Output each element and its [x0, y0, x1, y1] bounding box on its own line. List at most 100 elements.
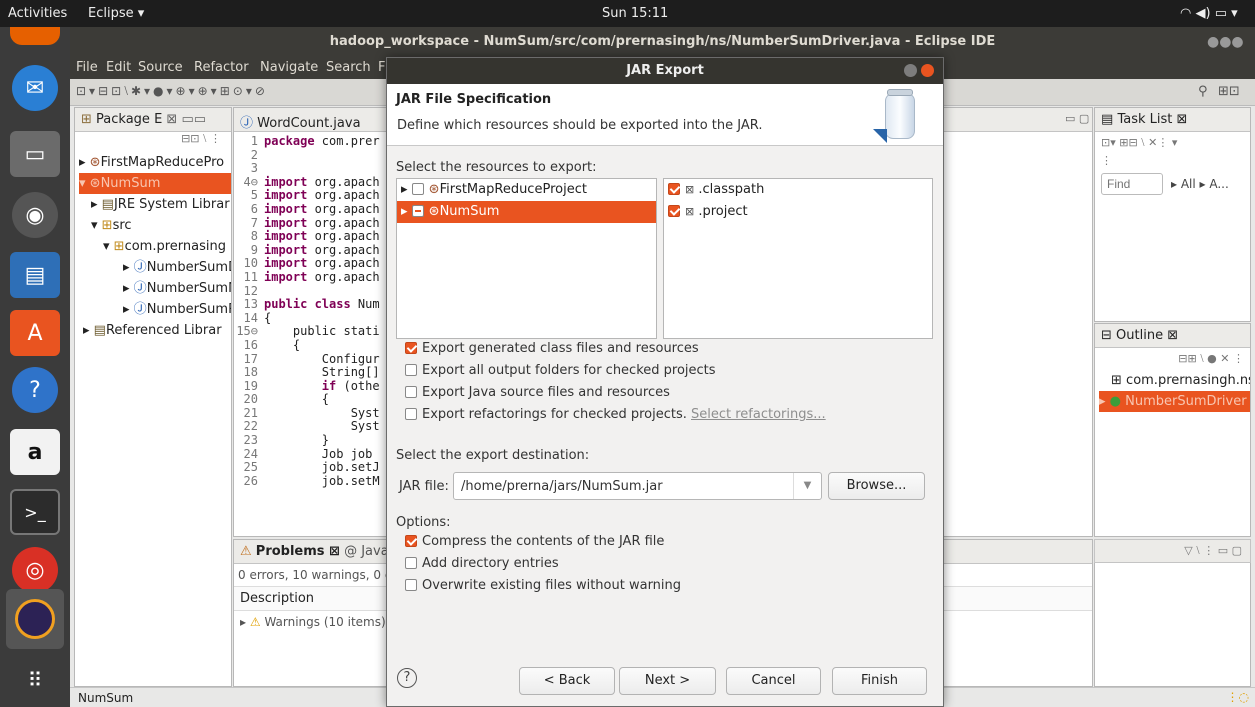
file-checkbox[interactable] [668, 204, 680, 217]
dialog-window-controls[interactable] [904, 64, 936, 78]
tree-item[interactable]: ▸ ⒿNumberSumM [79, 278, 231, 299]
menu-navigate[interactable]: Navigate [260, 60, 318, 75]
activities-button[interactable]: Activities [8, 6, 67, 21]
menu-search[interactable]: Search [326, 60, 371, 75]
firefox-icon[interactable] [10, 27, 60, 45]
toolbar-icons[interactable]: ⊡▾⊟⊡⧵✱▾●▾⊕▾⊕▾⊞⊙▾⊘ [76, 84, 268, 99]
package-explorer-toolbar[interactable]: ⊟⊡ ⧵ ⋮ [75, 132, 231, 152]
files-icon[interactable]: ▭ [10, 131, 60, 177]
problems-toolbar[interactable]: ▽ ⧵ ⋮ ▭ ▢ [1094, 539, 1251, 563]
tree-item-selected[interactable]: ▾ ⊛NumSum [79, 173, 231, 194]
outline-tab[interactable]: ⊟ Outline ⊠ [1095, 324, 1250, 348]
export-output-checkbox[interactable] [405, 363, 417, 376]
help-icon[interactable]: ? [12, 367, 58, 413]
browse-button[interactable]: Browse... [828, 472, 925, 500]
dialog-heading: JAR File Specification [396, 92, 552, 107]
code-line: 16 { [236, 338, 391, 353]
menu-edit[interactable]: Edit [106, 60, 131, 75]
jar-icon [873, 89, 919, 143]
export-option[interactable]: Export all output folders for checked pr… [405, 360, 716, 382]
search-icon[interactable]: ⚲ [1198, 84, 1208, 99]
select-refactorings-link[interactable]: Select refactorings... [691, 407, 826, 422]
jar-option[interactable]: Add directory entries [405, 553, 559, 575]
software-icon[interactable]: A [10, 310, 60, 356]
dock: ✉ ▭ ◉ ▤ A ? a >_ ◎ ⠿ [0, 27, 70, 707]
back-button[interactable]: < Back [519, 667, 615, 695]
show-apps-icon[interactable]: ⠿ [10, 657, 60, 703]
export-refactorings-checkbox[interactable] [405, 407, 417, 420]
amazon-icon[interactable]: a [10, 429, 60, 475]
menu-refactor[interactable]: Refactor [194, 60, 249, 75]
chevron-down-icon[interactable]: ▼ [793, 473, 821, 499]
eclipse-icon[interactable] [6, 589, 64, 649]
export-class-checkbox[interactable] [405, 341, 417, 354]
outline-toolbar[interactable]: ⊟⊞ ⧵ ● ✕ ⋮ [1095, 348, 1250, 370]
outline-item-class[interactable]: ▸ ● NumberSumDriver [1099, 391, 1250, 412]
jar-option[interactable]: Compress the contents of the JAR file [405, 531, 664, 553]
menu-source[interactable]: Source [138, 60, 183, 75]
export-option[interactable]: Export Java source files and resources [405, 382, 670, 404]
cancel-button[interactable]: Cancel [726, 667, 821, 695]
app-menu[interactable]: Eclipse ▾ [88, 6, 144, 21]
project-row[interactable]: ▸ ⊛FirstMapReduceProject [397, 179, 656, 201]
lightbulb-icon[interactable]: ⋮◌ [1227, 690, 1249, 704]
clock[interactable]: Sun 15:11 [602, 6, 668, 21]
expand-icon[interactable]: ▸ [401, 204, 408, 219]
window-controls[interactable]: ●●● [1207, 34, 1247, 50]
export-option[interactable]: Export refactorings for checked projects… [405, 404, 826, 426]
tree-item[interactable]: ▸ ⒿNumberSumR [79, 299, 231, 320]
project-row-selected[interactable]: ▸ ⊛NumSum [397, 201, 656, 223]
line-number: 19 [243, 378, 258, 393]
jar-option[interactable]: Overwrite existing files without warning [405, 575, 681, 597]
package-explorer: ⊞ Package E ⊠ ▭▭ ⊟⊡ ⧵ ⋮ ▸ ⊛FirstMapReduc… [74, 107, 232, 687]
jar-file-combo[interactable]: /home/prerna/jars/NumSum.jar ▼ [453, 472, 822, 500]
chrome-icon[interactable]: ◎ [12, 547, 58, 593]
task-list-toolbar[interactable]: ⊡▾ ⊞⊟ ⧵ ✕⋮ ▾ [1095, 132, 1250, 154]
close-icon[interactable] [921, 64, 935, 77]
system-tray[interactable]: ◠ ◀) ▭ ▾ [1180, 6, 1238, 21]
tree-item[interactable]: ▸ ▤JRE System Librar [79, 194, 231, 215]
tree-item[interactable]: ▾ ⊞com.prernasing [79, 236, 231, 257]
perspective-icon[interactable]: ⊞⊡ [1218, 84, 1240, 99]
package-explorer-tab[interactable]: ⊞ Package E ⊠ ▭▭ [75, 108, 231, 132]
rhythmbox-icon[interactable]: ◉ [12, 192, 58, 238]
task-icon: ▤ [1101, 112, 1114, 127]
task-find-input[interactable] [1101, 173, 1163, 195]
code-line: 2 [236, 148, 391, 163]
tree-item[interactable]: ▸ ⊛FirstMapReducePro [79, 152, 231, 173]
task-list-tab[interactable]: ▤ Task List ⊠ [1095, 108, 1250, 132]
next-button[interactable]: Next > [619, 667, 716, 695]
files-list[interactable]: ⊠ .classpath ⊠ .project [663, 178, 933, 339]
minimize-icon[interactable] [904, 64, 917, 77]
menu-file[interactable]: File [76, 60, 98, 75]
tree-item[interactable]: ▸ ▤Referenced Librar [79, 320, 231, 341]
export-option[interactable]: Export generated class files and resourc… [405, 338, 699, 360]
menu-file-truncated[interactable]: F [378, 60, 385, 75]
outline-item-package[interactable]: ⊞ com.prernasingh.ns [1099, 370, 1250, 391]
tree-item[interactable]: ▾ ⊞src [79, 215, 231, 236]
code-text: Configur [264, 351, 380, 366]
project-checkbox[interactable] [411, 182, 424, 195]
project-checkbox-partial[interactable] [411, 204, 424, 217]
compress-checkbox[interactable] [405, 534, 417, 547]
jar-file-input[interactable]: /home/prerna/jars/NumSum.jar [461, 479, 663, 494]
tree-item[interactable]: ▸ ⒿNumberSumD [79, 257, 231, 278]
export-source-checkbox[interactable] [405, 385, 417, 398]
task-filter-all[interactable]: ▸ All ▸ A... [1171, 177, 1229, 191]
file-checkbox[interactable] [668, 182, 680, 195]
help-icon[interactable]: ? [397, 668, 417, 688]
finish-button[interactable]: Finish [832, 667, 927, 695]
code-area[interactable]: 1 package com.prer 2 3 4⊖ import org.apach 5 im… [236, 135, 391, 533]
writer-icon[interactable]: ▤ [10, 252, 60, 298]
options-label: Options: [396, 515, 451, 530]
projects-tree[interactable]: ▸ ⊛FirstMapReduceProject ▸ ⊛NumSum [396, 178, 657, 339]
javadoc-tab[interactable]: @ Java [344, 544, 389, 559]
expand-icon[interactable]: ▸ [401, 182, 408, 197]
editor-window-controls[interactable]: ▭ ▢ [1065, 112, 1089, 125]
file-row[interactable]: ⊠ .classpath [664, 179, 932, 201]
directory-entries-checkbox[interactable] [405, 556, 417, 569]
terminal-icon[interactable]: >_ [10, 489, 60, 535]
thunderbird-icon[interactable]: ✉ [12, 65, 58, 111]
file-row[interactable]: ⊠ .project [664, 201, 932, 223]
overwrite-checkbox[interactable] [405, 578, 417, 591]
